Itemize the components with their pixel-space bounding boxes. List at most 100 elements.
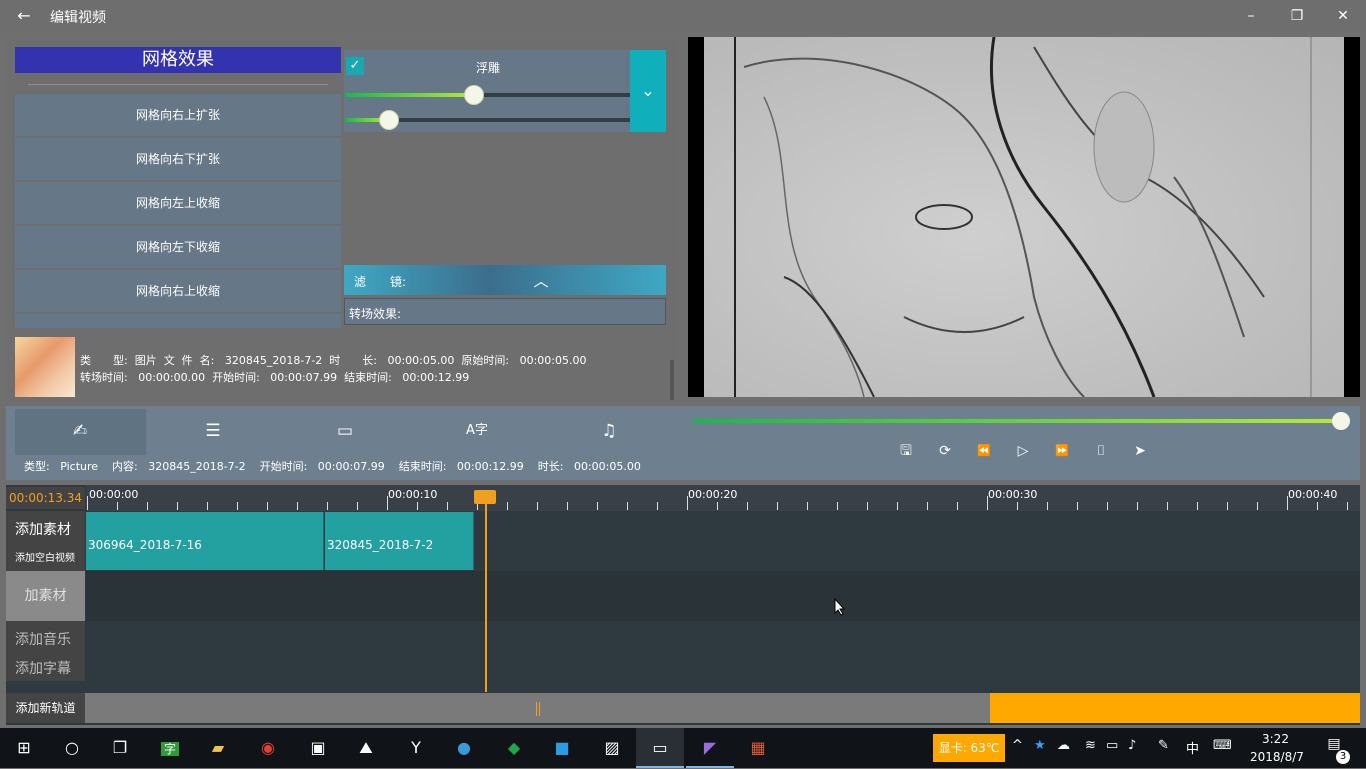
add-subtitle-label[interactable]: 添加字幕	[15, 658, 71, 678]
minimize-button[interactable]: –	[1228, 0, 1274, 32]
emboss-slider-1-fill	[345, 93, 474, 97]
clip-thumbnail	[15, 337, 75, 397]
app-icon[interactable]: ●	[440, 728, 488, 768]
ruler-tick	[897, 502, 898, 510]
text-font-icon[interactable]: A字	[412, 416, 542, 446]
add-track-button[interactable]: 添加新轨道	[6, 693, 85, 723]
rewind-icon[interactable]: ⏪	[972, 441, 996, 461]
selected-clip-info: 类型: Picture 内容: 320845_2018-7-2 开始时间: 00…	[24, 460, 641, 473]
add-media-button[interactable]: 加素材	[6, 571, 85, 621]
mouse-cursor-icon	[834, 598, 846, 616]
file-explorer-icon[interactable]: ▰	[194, 728, 242, 768]
effect-item[interactable]: 网格向左下收缩	[15, 226, 341, 268]
clock-time[interactable]: 3:22	[1262, 732, 1289, 746]
emboss-slider-2-thumb[interactable]	[378, 110, 399, 130]
gpu-temperature[interactable]: 显卡: 63℃	[933, 734, 1005, 762]
ruler-tick	[1347, 502, 1348, 510]
replay-icon[interactable]: ⟳	[933, 441, 957, 461]
audio-subtitle-track[interactable]	[86, 621, 1360, 681]
add-media-label[interactable]: 添加素材	[15, 519, 71, 539]
ruler-tick	[207, 502, 208, 510]
camera-icon[interactable]: ⌷	[1089, 441, 1113, 461]
photo-viewer-icon[interactable]: ▣	[294, 728, 342, 768]
capcut-icon[interactable]: ▨	[588, 728, 636, 768]
pen-icon[interactable]: ✎	[1158, 738, 1169, 753]
ruler-tick	[507, 502, 508, 510]
clock-date[interactable]: 2018/8/7	[1250, 750, 1304, 764]
volume-icon[interactable]: ♪	[1128, 738, 1136, 753]
effect-item[interactable]: 网格向右上扩张	[15, 94, 341, 136]
terminal-icon[interactable]: ▭	[636, 728, 684, 768]
send-icon[interactable]: ➤	[1128, 441, 1152, 461]
yahoo-icon[interactable]: Y	[392, 728, 440, 768]
store-icon[interactable]: ▦	[734, 728, 782, 768]
ruler-tick	[177, 502, 178, 510]
add-music-label[interactable]: 添加音乐	[15, 629, 71, 649]
ruler-tick	[657, 502, 658, 510]
notification-count: 3	[1336, 750, 1350, 764]
emboss-label: 浮雕	[476, 61, 501, 75]
filter-label: 滤 镜:	[354, 275, 407, 289]
playhead-handle[interactable]	[474, 490, 496, 504]
grid-effect-title: 网格效果	[15, 47, 341, 73]
playback-progress-bar[interactable]	[693, 419, 1341, 423]
effect-item[interactable]: 网格向左上收缩	[15, 182, 341, 224]
chevron-up-icon[interactable]: ^	[1012, 738, 1023, 753]
timeline-clip[interactable]: 306964_2018-7-16	[86, 512, 324, 570]
signature-icon[interactable]: ✍	[15, 416, 145, 446]
green-app-icon[interactable]: ◆	[490, 728, 538, 768]
playhead-line[interactable]	[485, 500, 487, 692]
scroll-marker[interactable]	[536, 702, 540, 716]
list-icon[interactable]: ☰	[148, 416, 278, 446]
battery-icon[interactable]: ▭	[1106, 738, 1118, 753]
fast-forward-icon[interactable]: ⏩	[1050, 441, 1074, 461]
bird-app-icon[interactable]: ■	[538, 728, 586, 768]
back-arrow-icon[interactable]: ←	[10, 5, 38, 27]
ruler-tick	[1077, 502, 1078, 510]
restore-button[interactable]: ❐	[1274, 0, 1320, 32]
visual-studio-icon[interactable]: ◤	[686, 728, 734, 768]
wifi-icon[interactable]: ≋	[1085, 738, 1096, 753]
translate-app-icon[interactable]: 字	[146, 728, 194, 768]
close-button[interactable]: ✕	[1320, 0, 1366, 32]
onedrive-icon[interactable]: ☁	[1057, 738, 1070, 753]
cortana-icon[interactable]: ○	[48, 728, 96, 768]
ruler-tick	[777, 502, 778, 510]
effect-item-partial[interactable]	[15, 314, 341, 328]
ime-indicator[interactable]: 中	[1186, 738, 1199, 757]
tray-app-icon[interactable]: ★	[1034, 738, 1046, 753]
playback-progress-thumb[interactable]	[1332, 412, 1350, 430]
ruler-tick	[567, 502, 568, 510]
effect-item[interactable]: 网格向右下扩张	[15, 138, 341, 180]
scroll-thumb[interactable]	[990, 693, 1360, 723]
overlay-track[interactable]	[86, 571, 1360, 621]
emboss-checkbox[interactable]: ✓	[346, 57, 364, 75]
start-icon[interactable]: ⊞	[0, 728, 48, 768]
ruler-tick	[627, 502, 628, 510]
chevron-down-icon[interactable]: ⌄	[630, 50, 666, 132]
track-label-audio: 添加音乐 添加字幕	[6, 621, 85, 681]
ruler-tick	[597, 502, 598, 510]
timeline-clip[interactable]: 320845_2018-7-2	[325, 512, 474, 570]
ruler-tick	[117, 502, 118, 510]
chevron-up-icon[interactable]: ︿	[530, 270, 552, 290]
track-label-video[interactable]: 添加素材 添加空白视频	[6, 511, 85, 571]
ruler-tick	[1227, 502, 1228, 510]
chrome-icon[interactable]: ◉	[244, 728, 292, 768]
video-camera-icon[interactable]: ▭	[280, 416, 410, 446]
scrollbar[interactable]	[670, 360, 674, 400]
music-icon[interactable]: ♫	[544, 416, 674, 446]
keyboard-icon[interactable]: ⌨	[1213, 738, 1232, 753]
ruler-tick	[837, 502, 838, 510]
ruler-tick	[147, 502, 148, 510]
task-view-icon[interactable]: ❐	[96, 728, 144, 768]
photos-icon[interactable]: ⛰	[342, 728, 390, 768]
add-blank-video-label[interactable]: 添加空白视频	[15, 549, 75, 564]
play-icon[interactable]: ▷	[1011, 441, 1035, 461]
effect-item[interactable]: 网格向右上收缩	[15, 270, 341, 312]
ruler-tick	[717, 502, 718, 510]
clip-info-line-1: 类 型: 图片 文 件 名: 320845_2018-7-2 时 长: 00:0…	[80, 354, 587, 367]
ruler-tick	[927, 502, 928, 510]
ruler-tick	[1107, 502, 1108, 510]
save-icon[interactable]: 🖫	[894, 441, 918, 461]
